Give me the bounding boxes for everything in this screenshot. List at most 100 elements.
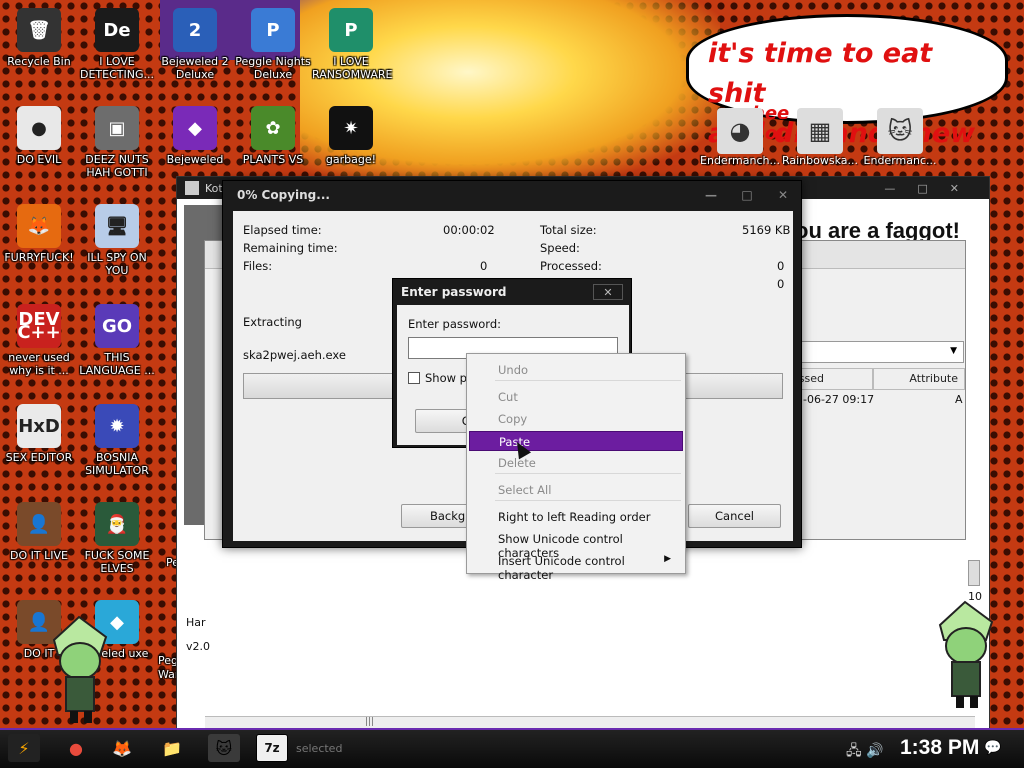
clock[interactable]: 1:38 PM bbox=[900, 736, 979, 760]
context-menu-item-show-unicode-control-characters[interactable]: Show Unicode control characters bbox=[469, 529, 683, 560]
context-menu-item-select-all[interactable]: Select All bbox=[469, 480, 683, 500]
desktop-icon[interactable]: 🐱 Endermanc... bbox=[860, 108, 940, 167]
desktop-icon[interactable]: ▦ Rainbowska... bbox=[780, 108, 860, 167]
desktop-icon[interactable]: ◕ Endermanch... bbox=[700, 108, 780, 167]
context-menu-item-undo[interactable]: Undo bbox=[469, 360, 683, 380]
desktop-icon[interactable]: P I LOVE RANSOMWARE bbox=[312, 8, 392, 81]
menu-separator bbox=[495, 380, 681, 381]
desktop-icon-label: Endermanch... bbox=[700, 154, 780, 167]
desktop-icon-label: SEX EDITOR bbox=[5, 451, 73, 464]
desktop-icon-label: I LOVE DETECTING... bbox=[80, 55, 154, 81]
context-menu-item-copy[interactable]: Copy bbox=[469, 409, 683, 429]
copying-dialog-controls[interactable]: — □ ✕ bbox=[693, 188, 801, 202]
context-menu-item-label: Undo bbox=[498, 363, 529, 377]
desktop-icon[interactable]: 🦊 FURRYFUCK! bbox=[0, 204, 78, 264]
app-icon: ◕ bbox=[717, 108, 763, 154]
desktop-icon-label: DO IT LIVE bbox=[10, 549, 68, 562]
scrollbar[interactable] bbox=[968, 560, 980, 586]
notification-icon[interactable]: 💬 bbox=[984, 740, 1001, 756]
app-icon: 2 bbox=[173, 8, 217, 52]
processed-label: Processed: bbox=[540, 259, 602, 273]
app-icon: ✷ bbox=[329, 106, 373, 150]
system-tray-icons[interactable]: 🖧 🔊 bbox=[846, 740, 884, 764]
menu-separator bbox=[495, 500, 681, 501]
desktop-icon[interactable]: HxD SEX EDITOR bbox=[0, 404, 78, 464]
app-icon: ◆ bbox=[173, 106, 217, 150]
desktop-icon-label: DO EVIL bbox=[16, 153, 62, 166]
desktop-icon[interactable]: 🎅 FUCK SOME ELVES bbox=[78, 502, 156, 575]
desktop-icon[interactable]: ▣ DEEZ NUTS HAH GOTTI bbox=[78, 106, 156, 179]
context-menu-item-label: Show Unicode control characters bbox=[498, 532, 623, 560]
column-header-attributes[interactable]: Attribute bbox=[873, 368, 965, 390]
desktop-icon[interactable]: 👤 DO IT LIVE bbox=[0, 502, 78, 562]
password-dialog-title: Enter password bbox=[401, 285, 507, 299]
show-password-checkbox[interactable] bbox=[408, 372, 420, 384]
chrome-taskbar-icon[interactable]: ● bbox=[60, 734, 92, 762]
maximize-icon[interactable]: □ bbox=[729, 188, 765, 202]
desktop-icon[interactable]: 2 Bejeweled 2 Deluxe bbox=[156, 8, 234, 81]
cat-app-taskbar-icon[interactable]: 🐱 bbox=[208, 734, 240, 762]
desktop-icon[interactable]: 🖥 ILL SPY ON YOU bbox=[78, 204, 156, 277]
context-menu-item-label: Copy bbox=[498, 412, 528, 426]
context-menu[interactable]: Undo Cut Copy Paste Delete Select All Right to… bbox=[466, 353, 686, 582]
app-icon: P bbox=[329, 8, 373, 52]
context-menu-item-insert-unicode-control-character[interactable]: Insert Unicode control character ▶ bbox=[469, 551, 683, 582]
7zip-taskbar-icon[interactable]: 7z bbox=[256, 734, 288, 762]
processed-extra-value: 0 bbox=[777, 277, 785, 291]
desktop-icon[interactable]: DEV C++ never used why is it ... bbox=[0, 304, 78, 377]
desktop-icon[interactable]: ● DO EVIL bbox=[0, 106, 78, 166]
password-dialog-titlebar[interactable]: Enter password ✕ bbox=[393, 279, 631, 305]
desktop-icon[interactable]: 🗑 Recycle Bin bbox=[0, 8, 78, 68]
start-button[interactable]: ⚡ bbox=[8, 734, 40, 762]
chevron-right-icon: ▶ bbox=[664, 554, 671, 564]
app-icon: ▦ bbox=[797, 108, 843, 154]
app-icon: P bbox=[251, 8, 295, 52]
app-icon: DEV C++ bbox=[17, 304, 61, 348]
app-icon: ▣ bbox=[95, 106, 139, 150]
desktop-icon[interactable]: De I LOVE DETECTING... bbox=[78, 8, 156, 81]
desktop-icon[interactable]: ◆ Bejeweled bbox=[156, 106, 234, 166]
row-modified-date: -06-27 09:17 bbox=[803, 393, 875, 406]
context-menu-item-paste[interactable]: Paste bbox=[469, 431, 683, 451]
files-value: 0 bbox=[480, 259, 488, 273]
desktop-icon-label: Recycle Bin bbox=[7, 55, 71, 68]
firefox-taskbar-icon[interactable]: 🦊 bbox=[106, 734, 138, 762]
desktop-icon-label: Bejeweled 2 Deluxe bbox=[161, 55, 229, 81]
explorer-taskbar-icon[interactable]: 📁 bbox=[156, 734, 188, 762]
total-size-label: Total size: bbox=[540, 223, 597, 237]
minimize-icon[interactable]: — bbox=[693, 188, 729, 202]
bg-row-2: v2.0 bbox=[186, 640, 211, 653]
copying-dialog-titlebar[interactable]: 0% Copying... — □ ✕ bbox=[223, 181, 801, 209]
context-menu-item-cut[interactable]: Cut bbox=[469, 387, 683, 407]
context-menu-item-delete[interactable]: Delete bbox=[469, 453, 683, 473]
bg-row-1: Har bbox=[186, 616, 206, 629]
elapsed-label: Elapsed time: bbox=[243, 223, 322, 237]
window-controls[interactable]: —□✕ bbox=[884, 182, 981, 195]
app-icon bbox=[185, 181, 199, 195]
desktop-icon[interactable]: P Peggle Nights Deluxe bbox=[234, 8, 312, 81]
close-icon[interactable]: ✕ bbox=[593, 284, 623, 300]
app-icon: ✿ bbox=[251, 106, 295, 150]
desktop-icon-label: garbage! bbox=[325, 153, 377, 166]
desktop-icon[interactable]: ✿ PLANTS VS bbox=[234, 106, 312, 166]
desktop-icon-label: DEEZ NUTS HAH GOTTI bbox=[85, 153, 149, 179]
extracting-file-name: ska2pwej.aeh.exe bbox=[243, 348, 346, 362]
cancel-button[interactable]: Cancel bbox=[688, 504, 781, 528]
desktop-icon-label: Endermanc... bbox=[863, 154, 937, 167]
desktop-icon[interactable]: ✹ BOSNIA SIMULATOR bbox=[78, 404, 156, 477]
app-icon: 🦊 bbox=[17, 204, 61, 248]
desktop-icon-label: ILL SPY ON YOU bbox=[87, 251, 147, 277]
app-icon: De bbox=[95, 8, 139, 52]
close-icon[interactable]: ✕ bbox=[765, 188, 801, 202]
remaining-label: Remaining time: bbox=[243, 241, 338, 255]
desktop-icon[interactable]: GO THIS LANGUAGE ... bbox=[78, 304, 156, 377]
files-label: Files: bbox=[243, 259, 273, 273]
speed-label: Speed: bbox=[540, 241, 580, 255]
elapsed-value: 00:00:02 bbox=[443, 223, 495, 237]
context-menu-item-right-to-left-reading-order[interactable]: Right to left Reading order bbox=[469, 507, 683, 527]
app-icon: 🖥 bbox=[95, 204, 139, 248]
desktop-icon[interactable]: ✷ garbage! bbox=[312, 106, 390, 166]
app-icon: HxD bbox=[17, 404, 61, 448]
app-icon: 👤 bbox=[17, 502, 61, 546]
app-icon: 🗑 bbox=[17, 8, 61, 52]
